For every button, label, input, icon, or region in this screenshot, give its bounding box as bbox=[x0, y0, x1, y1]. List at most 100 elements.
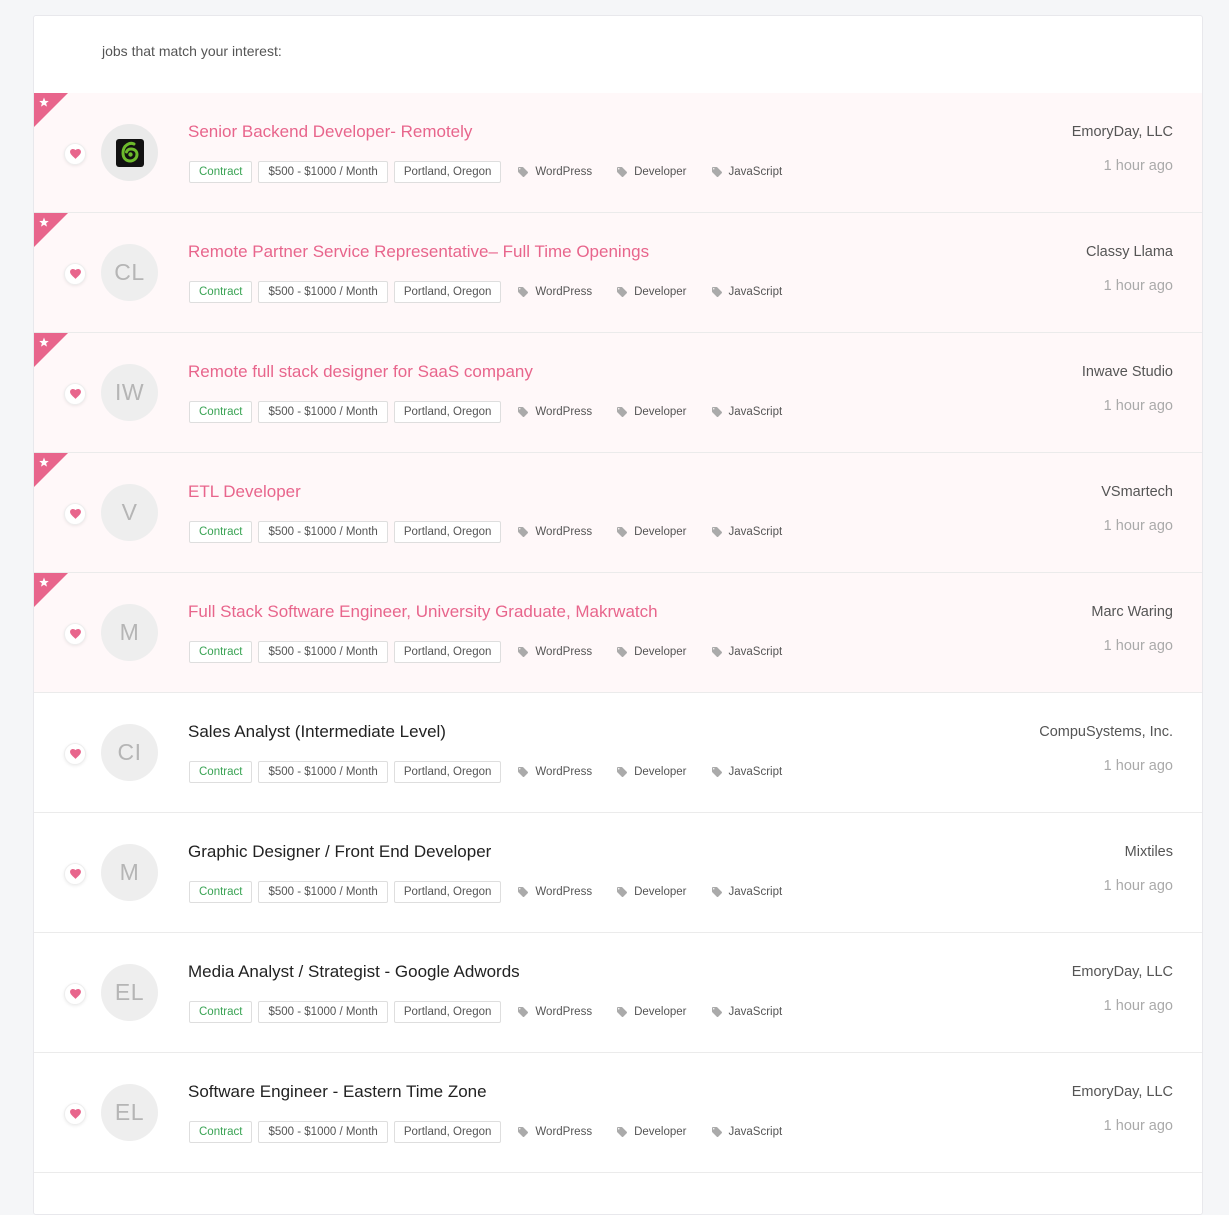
company-avatar[interactable]: CL bbox=[101, 244, 158, 301]
job-title[interactable]: Senior Backend Developer- Remotely bbox=[188, 122, 472, 142]
skill-tag-javascript[interactable]: JavaScript bbox=[711, 886, 782, 898]
job-row[interactable]: V ETL Developer Contract $500 - $1000 / … bbox=[34, 453, 1202, 573]
job-title[interactable]: Full Stack Software Engineer, University… bbox=[188, 602, 658, 622]
company-avatar[interactable]: EL bbox=[101, 964, 158, 1021]
company-name[interactable]: Inwave Studio bbox=[1082, 364, 1173, 380]
featured-ribbon bbox=[34, 213, 68, 247]
company-avatar[interactable] bbox=[101, 124, 158, 181]
skill-tag-label: JavaScript bbox=[728, 526, 783, 538]
job-row[interactable]: CI Sales Analyst (Intermediate Level) Co… bbox=[34, 693, 1202, 813]
job-tags: Contract $500 - $1000 / Month Portland, … bbox=[189, 881, 796, 903]
heart-icon bbox=[69, 269, 81, 279]
skill-tag-wordpress[interactable]: WordPress bbox=[517, 526, 592, 538]
skill-tag-developer[interactable]: Developer bbox=[616, 526, 687, 538]
favorite-button[interactable] bbox=[64, 263, 86, 285]
posted-time: 1 hour ago bbox=[1103, 278, 1173, 294]
job-type-badge: Contract bbox=[189, 401, 253, 423]
posted-time: 1 hour ago bbox=[1103, 158, 1173, 174]
skill-tag-developer[interactable]: Developer bbox=[616, 766, 687, 778]
salary-badge: $500 - $1000 / Month bbox=[258, 401, 388, 423]
location-badge: Portland, Oregon bbox=[393, 641, 502, 663]
skill-tag-wordpress[interactable]: WordPress bbox=[517, 286, 592, 298]
heart-icon bbox=[69, 389, 81, 399]
favorite-button[interactable] bbox=[64, 983, 86, 1005]
tag-icon bbox=[617, 1007, 628, 1017]
skill-tag-label: WordPress bbox=[535, 766, 593, 778]
job-list: Senior Backend Developer- Remotely Contr… bbox=[34, 93, 1202, 1173]
skill-tag-label: JavaScript bbox=[728, 286, 783, 298]
job-title[interactable]: Remote full stack designer for SaaS comp… bbox=[188, 362, 533, 382]
skill-tag-label: WordPress bbox=[535, 286, 593, 298]
favorite-button[interactable] bbox=[64, 503, 86, 525]
favorite-button[interactable] bbox=[64, 863, 86, 885]
job-title[interactable]: Software Engineer - Eastern Time Zone bbox=[188, 1082, 487, 1102]
skill-tag-wordpress[interactable]: WordPress bbox=[517, 1006, 592, 1018]
salary-badge: $500 - $1000 / Month bbox=[258, 281, 388, 303]
company-name[interactable]: EmoryDay, LLC bbox=[1072, 124, 1173, 140]
favorite-button[interactable] bbox=[64, 623, 86, 645]
job-row[interactable]: IW Remote full stack designer for SaaS c… bbox=[34, 333, 1202, 453]
skill-tag-wordpress[interactable]: WordPress bbox=[517, 166, 592, 178]
skill-tag-javascript[interactable]: JavaScript bbox=[711, 646, 782, 658]
company-name[interactable]: EmoryDay, LLC bbox=[1072, 1084, 1173, 1100]
favorite-button[interactable] bbox=[64, 143, 86, 165]
job-row[interactable]: EL Software Engineer - Eastern Time Zone… bbox=[34, 1053, 1202, 1173]
skill-tag-javascript[interactable]: JavaScript bbox=[711, 1006, 782, 1018]
skill-tag-developer[interactable]: Developer bbox=[616, 406, 687, 418]
skill-tag-javascript[interactable]: JavaScript bbox=[711, 406, 782, 418]
skill-tag-javascript[interactable]: JavaScript bbox=[711, 286, 783, 298]
salary-badge: $500 - $1000 / Month bbox=[258, 761, 388, 783]
skill-tag-developer[interactable]: Developer bbox=[616, 646, 687, 658]
company-avatar[interactable]: V bbox=[101, 484, 158, 541]
job-row[interactable]: Senior Backend Developer- Remotely Contr… bbox=[34, 93, 1202, 213]
skill-tag-wordpress[interactable]: WordPress bbox=[517, 646, 592, 658]
company-name[interactable]: VSmartech bbox=[1101, 484, 1173, 500]
tag-icon bbox=[711, 647, 722, 657]
skill-tag-javascript[interactable]: JavaScript bbox=[711, 1126, 782, 1138]
company-name[interactable]: Mixtiles bbox=[1125, 844, 1173, 860]
favorite-button[interactable] bbox=[64, 743, 86, 765]
job-row[interactable]: CL Remote Partner Service Representative… bbox=[34, 213, 1202, 333]
skill-tag-wordpress[interactable]: WordPress bbox=[517, 1126, 592, 1138]
company-avatar[interactable]: M bbox=[101, 844, 158, 901]
skill-tag-developer[interactable]: Developer bbox=[616, 286, 687, 298]
job-tags: Contract $500 - $1000 / Month Portland, … bbox=[189, 761, 796, 783]
skill-tag-wordpress[interactable]: WordPress bbox=[517, 886, 592, 898]
skill-tag-wordpress[interactable]: WordPress bbox=[517, 766, 592, 778]
job-title[interactable]: Graphic Designer / Front End Developer bbox=[188, 842, 491, 862]
job-row[interactable]: M Full Stack Software Engineer, Universi… bbox=[34, 573, 1202, 693]
skill-tag-label: WordPress bbox=[535, 526, 593, 538]
favorite-button[interactable] bbox=[64, 383, 86, 405]
skill-tag-developer[interactable]: Developer bbox=[616, 886, 687, 898]
star-icon bbox=[34, 573, 68, 607]
job-title[interactable]: Sales Analyst (Intermediate Level) bbox=[188, 722, 446, 742]
skill-tag-developer[interactable]: Developer bbox=[616, 166, 687, 178]
salary-badge: $500 - $1000 / Month bbox=[258, 161, 388, 183]
skill-tag-developer[interactable]: Developer bbox=[616, 1006, 687, 1018]
company-name[interactable]: Classy Llama bbox=[1086, 244, 1173, 260]
tag-icon bbox=[711, 1127, 722, 1137]
posted-time: 1 hour ago bbox=[1103, 998, 1173, 1014]
skill-tag-developer[interactable]: Developer bbox=[616, 1126, 687, 1138]
company-avatar[interactable]: M bbox=[101, 604, 158, 661]
skill-tag-wordpress[interactable]: WordPress bbox=[517, 406, 592, 418]
job-title[interactable]: Remote Partner Service Representative– F… bbox=[188, 242, 649, 262]
skill-tag-javascript[interactable]: JavaScript bbox=[711, 526, 783, 538]
company-avatar[interactable]: EL bbox=[101, 1084, 158, 1141]
company-avatar[interactable]: CI bbox=[101, 724, 158, 781]
company-name[interactable]: EmoryDay, LLC bbox=[1072, 964, 1173, 980]
job-tags: Contract $500 - $1000 / Month Portland, … bbox=[189, 1001, 796, 1023]
company-name[interactable]: Marc Waring bbox=[1091, 604, 1173, 620]
job-title[interactable]: Media Analyst / Strategist - Google Adwo… bbox=[188, 962, 520, 982]
job-row[interactable]: M Graphic Designer / Front End Developer… bbox=[34, 813, 1202, 933]
heart-icon bbox=[69, 989, 81, 999]
job-title[interactable]: ETL Developer bbox=[188, 482, 301, 502]
skill-tag-javascript[interactable]: JavaScript bbox=[711, 166, 783, 178]
tag-icon bbox=[617, 647, 628, 657]
skill-tag-label: JavaScript bbox=[728, 166, 783, 178]
company-avatar[interactable]: IW bbox=[101, 364, 158, 421]
company-name[interactable]: CompuSystems, Inc. bbox=[1039, 724, 1173, 740]
favorite-button[interactable] bbox=[64, 1103, 86, 1125]
skill-tag-javascript[interactable]: JavaScript bbox=[711, 766, 782, 778]
job-row[interactable]: EL Media Analyst / Strategist - Google A… bbox=[34, 933, 1202, 1053]
